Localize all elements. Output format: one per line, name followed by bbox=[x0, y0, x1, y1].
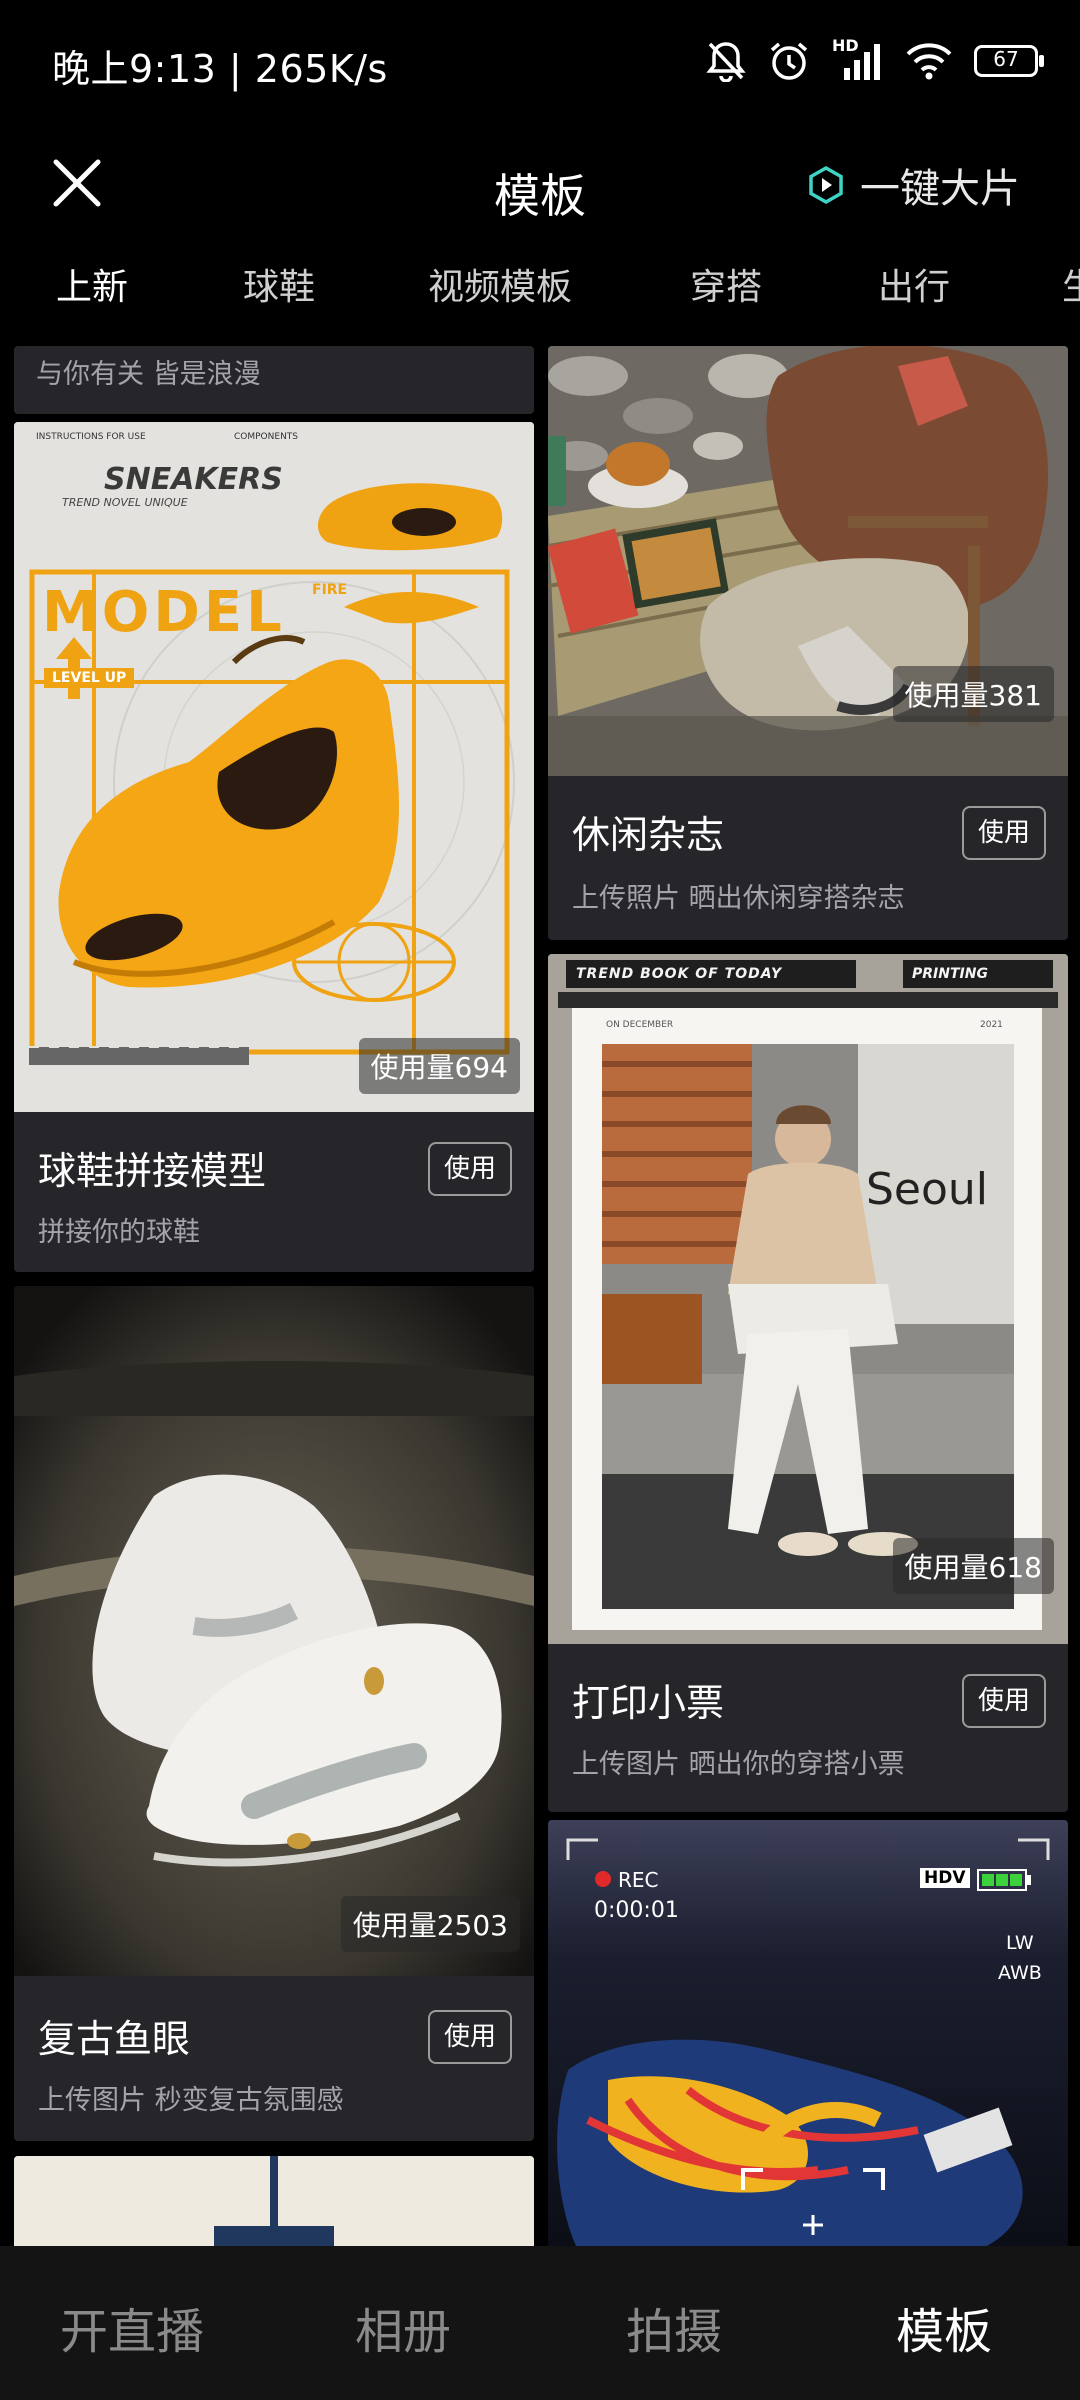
receipt-date-left: ON DECEMBER bbox=[606, 1020, 674, 1030]
usage-count: 使用量381 bbox=[892, 666, 1054, 722]
status-time-speed: 晚上9:13 | 265K/s bbox=[52, 47, 388, 91]
partial-card-top[interactable]: 与你有关 皆是浪漫 bbox=[14, 346, 534, 414]
use-button[interactable]: 使用 bbox=[428, 2010, 512, 2064]
poster-level-up: LEVEL UP bbox=[44, 668, 135, 688]
receipt-right-label: PRINTING bbox=[912, 966, 988, 982]
receipt-sign-text: Seoul bbox=[866, 1164, 989, 1215]
usage-count: 使用量2503 bbox=[340, 1896, 520, 1952]
receipt-date-right: 2021 bbox=[980, 1020, 1003, 1030]
category-tabs: 上新 球鞋 视频模板 穿搭 出行 生 bbox=[0, 250, 1080, 340]
nav-live[interactable]: 开直播 bbox=[60, 2292, 204, 2362]
nav-templates[interactable]: 模板 bbox=[896, 2292, 992, 2362]
template-thumbnail bbox=[14, 2156, 534, 2246]
nav-shoot[interactable]: 拍摄 bbox=[626, 2292, 722, 2362]
usage-count: 使用量618 bbox=[892, 1538, 1054, 1594]
use-button[interactable]: 使用 bbox=[428, 1142, 512, 1196]
template-card-casual-magazine[interactable]: 使用量381 休闲杂志 上传照片 晒出休闲穿搭杂志 使用 bbox=[548, 346, 1068, 940]
card-subtitle: 拼接你的球鞋 bbox=[38, 1217, 200, 1248]
card-title: 复古鱼眼 bbox=[38, 2017, 191, 2061]
template-thumbnail: 使用量381 bbox=[548, 346, 1068, 776]
play-hexagon-icon bbox=[809, 165, 843, 205]
poster-instructions-label: INSTRUCTIONS FOR USE bbox=[36, 432, 146, 442]
hdv-label: HDV bbox=[920, 1868, 970, 1888]
poster-components-label: COMPONENTS bbox=[234, 432, 299, 442]
one-click-blockbuster-button[interactable]: 一键大片 bbox=[806, 156, 1020, 214]
template-card-retro-fisheye[interactable]: 使用量2503 复古鱼眼 上传图片 秒变复古氛围感 使用 bbox=[14, 1286, 534, 2141]
poster-brand: SNEAKERS bbox=[104, 462, 283, 497]
template-thumbnail: INSTRUCTIONS FOR USE COMPONENTS SNEAKERS… bbox=[14, 422, 534, 1112]
usage-count: 使用量694 bbox=[358, 1038, 520, 1094]
receipt-left-label: TREND BOOK OF TODAY bbox=[576, 966, 783, 982]
rec-label: REC bbox=[618, 1868, 659, 1892]
battery-level: 67 bbox=[993, 47, 1019, 71]
bottom-nav: 开直播 相册 拍摄 模板 bbox=[0, 2246, 1080, 2400]
use-button[interactable]: 使用 bbox=[962, 806, 1046, 860]
quick-label: 一键大片 bbox=[860, 166, 1020, 212]
tab-sneakers[interactable]: 球鞋 bbox=[243, 258, 315, 310]
tab-more[interactable]: 生 bbox=[1062, 258, 1080, 310]
card-subtitle: 与你有关 皆是浪漫 bbox=[36, 359, 261, 390]
status-bar: 晚上9:13 | 265K/s HD 67 bbox=[0, 0, 1080, 130]
poster-model: MODEL bbox=[42, 580, 286, 645]
tab-outfits[interactable]: 穿搭 bbox=[690, 258, 762, 310]
rec-timecode: 0:00:01 bbox=[594, 1898, 679, 1923]
alarm-icon bbox=[770, 42, 808, 80]
awb-label: AWB bbox=[998, 1962, 1042, 1984]
lw-label: LW bbox=[1006, 1932, 1034, 1954]
template-card-partial[interactable] bbox=[14, 2156, 534, 2246]
tab-new[interactable]: 上新 bbox=[56, 258, 128, 310]
card-subtitle: 上传照片 晒出休闲穿搭杂志 bbox=[572, 883, 905, 914]
template-thumbnail: TREND BOOK OF TODAY PRINTING ON DECEMBER… bbox=[548, 954, 1068, 1644]
template-thumbnail: 使用量2503 bbox=[14, 1286, 534, 1976]
signal-icon: HD bbox=[832, 36, 884, 82]
tab-video-templates[interactable]: 视频模板 bbox=[428, 258, 572, 310]
header: 模板 一键大片 bbox=[0, 130, 1080, 240]
mute-bell-icon bbox=[706, 42, 746, 82]
poster-tagline: TREND NOVEL UNIQUE bbox=[62, 496, 188, 509]
poster-fire: FIRE bbox=[312, 582, 348, 598]
card-title: 球鞋拼接模型 bbox=[38, 1149, 267, 1193]
use-button[interactable]: 使用 bbox=[962, 1674, 1046, 1728]
battery-icon: 67 bbox=[974, 45, 1044, 77]
status-icons: HD 67 bbox=[706, 36, 1044, 86]
nav-album[interactable]: 相册 bbox=[355, 2292, 451, 2362]
card-title: 打印小票 bbox=[572, 1681, 725, 1725]
wifi-icon bbox=[906, 43, 952, 80]
card-subtitle: 上传图片 晒出你的穿搭小票 bbox=[572, 1749, 905, 1780]
card-subtitle: 上传图片 秒变复古氛围感 bbox=[38, 2085, 344, 2116]
template-card-sneaker-model[interactable]: INSTRUCTIONS FOR USE COMPONENTS SNEAKERS… bbox=[14, 422, 534, 1272]
template-feed[interactable]: 与你有关 皆是浪漫 INSTRUCTIONS FOR USE COMPONENT… bbox=[0, 346, 1080, 2246]
tab-travel[interactable]: 出行 bbox=[878, 258, 950, 310]
template-card-camcorder[interactable]: REC 0:00:01 HDV LW AWB bbox=[548, 1820, 1068, 2246]
card-title: 休闲杂志 bbox=[572, 813, 725, 857]
template-card-print-receipt[interactable]: TREND BOOK OF TODAY PRINTING ON DECEMBER… bbox=[548, 954, 1068, 1812]
